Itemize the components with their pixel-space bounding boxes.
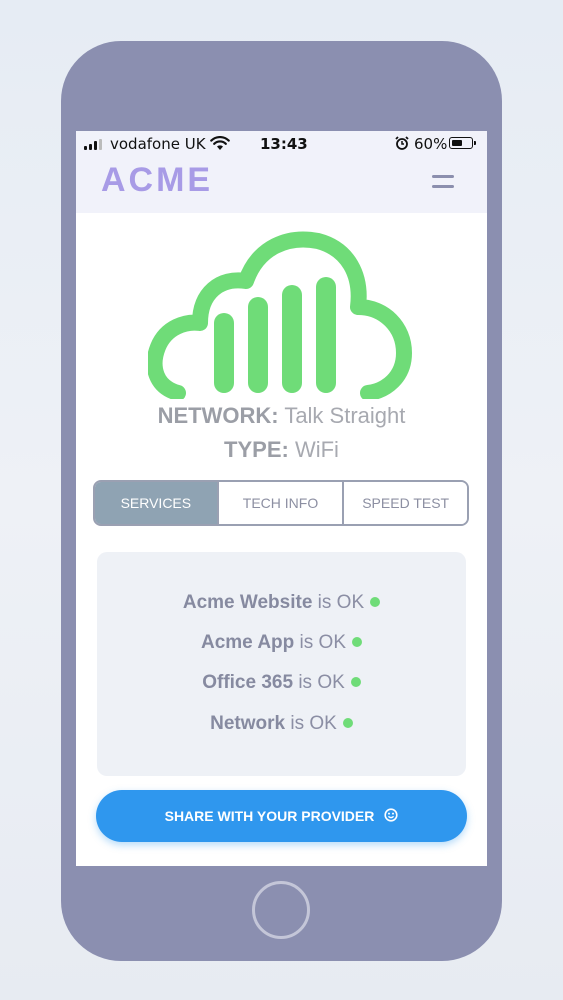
share-with-provider-button[interactable]: SHARE WITH YOUR PROVIDER — [96, 790, 467, 842]
network-info: NETWORK: Talk Straight — [76, 403, 487, 429]
status-ok-dot-icon — [352, 637, 362, 647]
status-ok-dot-icon — [370, 597, 381, 607]
smiley-icon — [384, 807, 398, 825]
service-status-row: Acme App is OK — [97, 632, 466, 654]
network-label: NETWORK: — [157, 403, 279, 428]
service-name: Network — [210, 713, 286, 734]
service-name: Office 365 — [202, 672, 294, 693]
app-header: ACME — [76, 157, 487, 213]
network-value: Talk Straight — [284, 403, 406, 428]
battery-percent: 60% — [414, 135, 448, 153]
cloud-network-bars-icon — [148, 231, 412, 399]
hamburger-menu-icon[interactable] — [430, 173, 458, 191]
service-status-text: is OK — [298, 672, 345, 693]
app-screen: vodafone UK 13:43 60% ACME NETWORK: Talk… — [76, 131, 487, 866]
type-info: TYPE: WiFi — [76, 437, 487, 463]
service-status-row: Network is OK — [97, 713, 466, 735]
service-status-text: is OK — [317, 592, 365, 613]
service-status-row: Acme Website is OK — [97, 592, 466, 614]
battery-icon — [449, 137, 476, 149]
tab-bar: SERVICES TECH INFO SPEED TEST — [93, 480, 469, 526]
status-ok-dot-icon — [342, 718, 353, 728]
carrier-name: vodafone UK — [110, 135, 206, 153]
clock-time: 13:43 — [260, 135, 308, 153]
services-status-card: Acme Website is OK Acme App is OK Office… — [97, 552, 466, 776]
type-label: TYPE: — [224, 437, 289, 462]
service-name: Acme Website — [182, 592, 313, 613]
alarm-icon — [395, 136, 409, 155]
share-button-label: SHARE WITH YOUR PROVIDER — [164, 808, 375, 824]
tab-tech-info[interactable]: TECH INFO — [216, 482, 343, 524]
service-status-row: Office 365 is OK — [97, 672, 466, 694]
status-ok-dot-icon — [350, 677, 361, 687]
tab-speed-test[interactable]: SPEED TEST — [342, 482, 467, 524]
acme-logo[interactable]: ACME — [101, 161, 213, 200]
status-bar: vodafone UK 13:43 60% — [76, 131, 487, 157]
signal-icon — [84, 139, 102, 150]
service-name: Acme App — [201, 632, 295, 653]
home-button[interactable] — [252, 881, 310, 939]
service-status-text: is OK — [290, 713, 337, 734]
wifi-icon — [210, 136, 230, 155]
tab-services[interactable]: SERVICES — [95, 482, 217, 524]
type-value: WiFi — [294, 437, 339, 462]
service-status-text: is OK — [299, 632, 346, 653]
